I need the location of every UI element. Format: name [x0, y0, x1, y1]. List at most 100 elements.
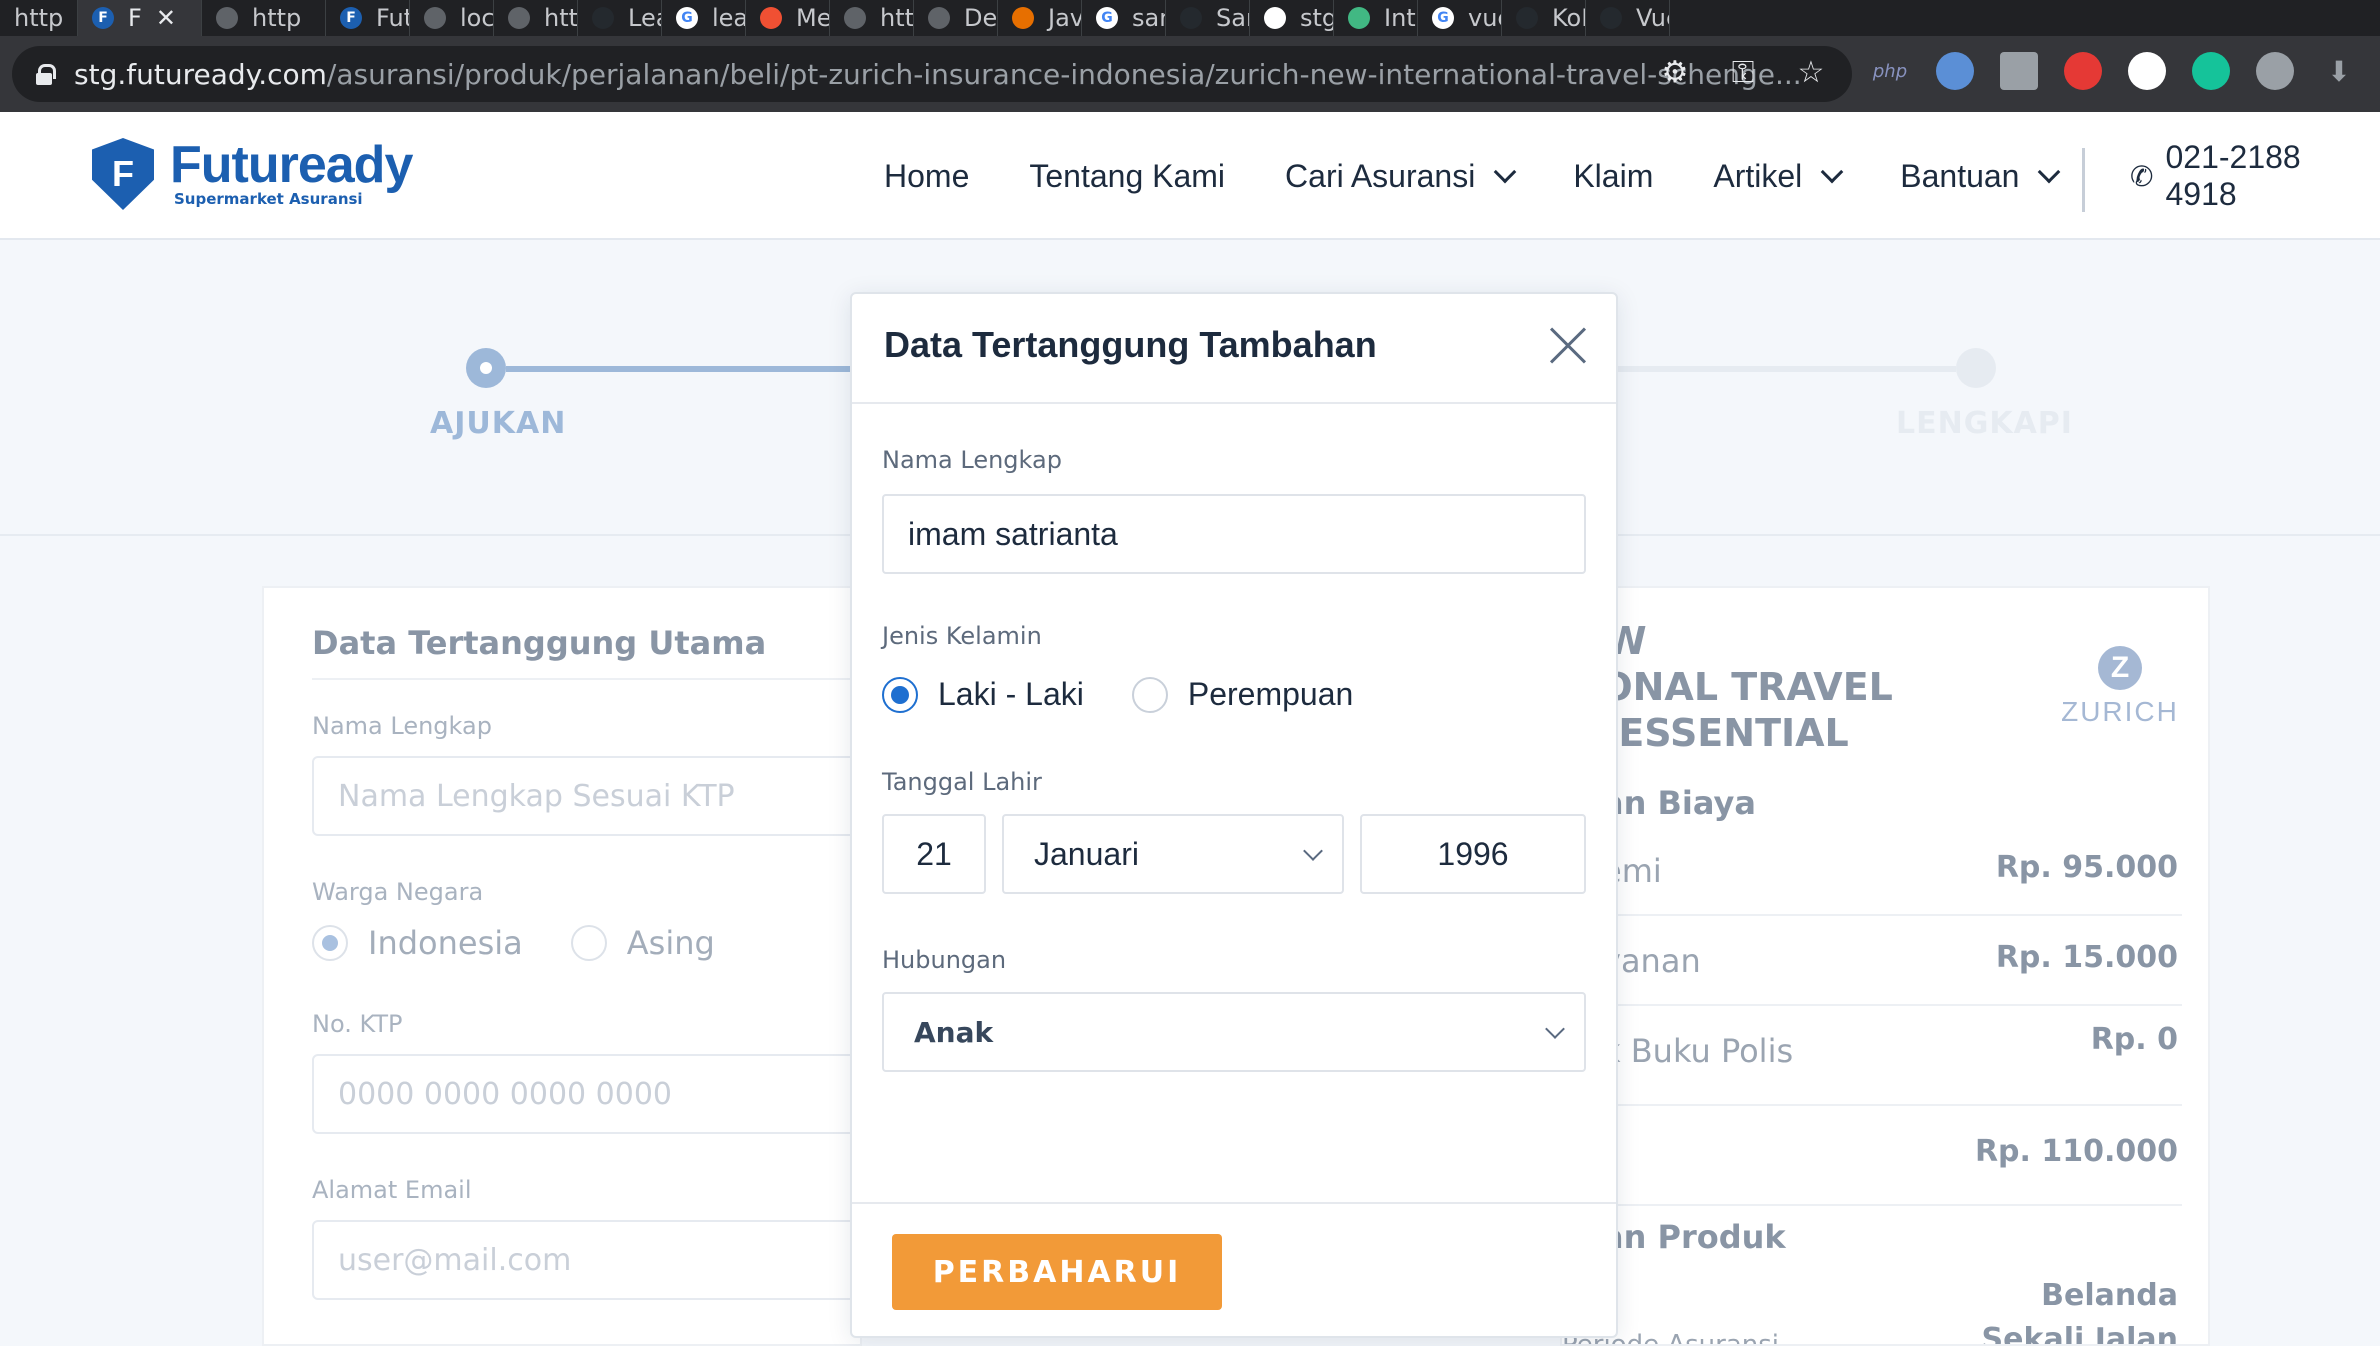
form-title: Data Tertanggung Utama: [312, 624, 767, 662]
step-indicator-inactive: [1956, 348, 1996, 388]
browser-tab[interactable]: Lear: [578, 0, 662, 36]
browser-tab[interactable]: Gvue: [1418, 0, 1502, 36]
email-input[interactable]: user@mail.com: [312, 1220, 872, 1300]
browser-tab[interactable]: KoR: [1502, 0, 1586, 36]
radio-asing[interactable]: [570, 925, 607, 961]
browser-tab[interactable]: http: [0, 0, 78, 36]
destination-value: Belanda: [2041, 1278, 2178, 1313]
nav-claim[interactable]: Klaim: [1573, 158, 1653, 195]
browser-tab[interactable]: http: [202, 0, 326, 36]
tab-title: Dem: [964, 4, 998, 32]
main-insured-form: Data Tertanggung Utama Nama Lengkap Nama…: [262, 586, 872, 1346]
github-icon: [1516, 7, 1538, 29]
browser-tab[interactable]: Men: [746, 0, 830, 36]
globe-icon: [1264, 7, 1286, 29]
site-header: F Futuready Supermarket Asuransi Home Te…: [0, 112, 2380, 240]
step-connector: [506, 366, 856, 372]
policy-book-label: k Buku Polis: [1602, 1032, 1794, 1070]
full-name-input[interactable]: imam satrianta: [882, 494, 1586, 574]
nav-label: Bantuan: [1900, 157, 2020, 194]
nav-find-insurance[interactable]: Cari Asuransi: [1285, 158, 1517, 195]
product-title-line: NATIONAL TRAVEL: [1562, 665, 1893, 709]
phone-contact[interactable]: ✆ 021-2188 4918: [2130, 112, 2380, 240]
star-bookmark-icon[interactable]: ☆: [1794, 56, 1828, 90]
ktp-input[interactable]: 0000 0000 0000 0000: [312, 1054, 872, 1134]
futuready-logo[interactable]: F Futuready Supermarket Asuransi: [92, 136, 413, 210]
tab-title: http: [252, 4, 302, 32]
globe-icon: [508, 7, 530, 29]
gender-label: Jenis Kelamin: [882, 622, 1042, 650]
nav-label: Tentang Kami: [1029, 157, 1226, 194]
radio-label: Asing: [626, 924, 715, 962]
divider: [1562, 1104, 2182, 1106]
php-extension-icon[interactable]: php: [1870, 52, 1910, 90]
period-value: Sekali Jalan: [1981, 1322, 2178, 1346]
browser-tab[interactable]: http: [494, 0, 578, 36]
radio-male[interactable]: [882, 676, 918, 713]
radio-female[interactable]: [1131, 676, 1168, 713]
gender-option-female[interactable]: Perempuan: [1131, 676, 1353, 713]
globe-icon: [424, 7, 446, 29]
github-icon: [1600, 7, 1622, 29]
extension-circle-icon[interactable]: [1936, 52, 1974, 90]
browser-tab[interactable]: Sam: [1166, 0, 1250, 36]
divider: [1562, 1204, 2182, 1206]
browser-tab[interactable]: http: [830, 0, 914, 36]
grammarly-icon[interactable]: [2192, 52, 2230, 90]
tab-title: http: [880, 4, 914, 32]
key-icon[interactable]: ⚿: [1726, 56, 1760, 90]
birth-year-input[interactable]: 1996: [1360, 814, 1586, 894]
logo-name: Futuready: [170, 136, 413, 194]
modal-title: Data Tertanggung Tambahan: [884, 324, 1377, 365]
birthdate-label: Tanggal Lahir: [882, 768, 1042, 796]
zurich-z-icon: Z: [2098, 646, 2142, 690]
radio-indonesia[interactable]: [312, 925, 348, 961]
address-bar[interactable]: stg.futuready.com/asuransi/produk/perjal…: [12, 46, 1852, 102]
browser-tab[interactable]: Intro: [1334, 0, 1418, 36]
tab-close-icon[interactable]: ✕: [156, 4, 176, 32]
browser-tab[interactable]: stg.: [1250, 0, 1334, 36]
browser-tab-active[interactable]: F F ✕: [78, 0, 202, 36]
extension-square-icon[interactable]: [2000, 52, 2038, 90]
download-icon[interactable]: ⬇: [2320, 52, 2358, 90]
tab-title: Lear: [628, 4, 661, 32]
birth-day-input[interactable]: 21: [882, 814, 986, 894]
email-label: Alamat Email: [312, 1176, 472, 1204]
blocked-cookie-icon[interactable]: ⚙: [1658, 56, 1692, 90]
total-value: Rp. 110.000: [1974, 1134, 2178, 1169]
extension-red-icon[interactable]: [2064, 52, 2102, 90]
tab-title: Vue: [1636, 4, 1669, 32]
update-button[interactable]: PERBAHARUI: [892, 1234, 1222, 1310]
nav-home[interactable]: Home: [884, 158, 969, 195]
gender-option-male[interactable]: Laki - Laki: [882, 676, 1084, 713]
select-value: Januari: [1034, 835, 1139, 872]
birth-month-select[interactable]: Januari: [1002, 814, 1344, 894]
browser-tab[interactable]: loca: [410, 0, 494, 36]
relation-select[interactable]: Anak: [882, 992, 1586, 1072]
close-icon[interactable]: [1548, 326, 1588, 366]
java-icon: [1012, 7, 1034, 29]
nav-help[interactable]: Bantuan: [1900, 157, 2061, 195]
futuready-favicon-icon: F: [92, 7, 114, 29]
nav-article[interactable]: Artikel: [1713, 158, 1844, 195]
tab-title: F: [128, 4, 142, 32]
globe-icon: [844, 7, 866, 29]
tab-title: http: [14, 4, 64, 32]
nav-label: Klaim: [1573, 157, 1654, 194]
browser-tab[interactable]: Vue: [1586, 0, 1670, 36]
gender-radio-group: Laki - Laki Perempuan: [882, 676, 1401, 713]
extension-gear-icon[interactable]: [2256, 52, 2294, 90]
extension-code-icon[interactable]: [2128, 52, 2166, 90]
insurer-name: ZURICH: [2061, 696, 2179, 727]
swift-icon: [760, 7, 782, 29]
name-input[interactable]: Nama Lengkap Sesuai KTP: [312, 756, 872, 836]
nav-about[interactable]: Tentang Kami: [1029, 158, 1225, 195]
browser-tab[interactable]: Dem: [914, 0, 998, 36]
name-label: Nama Lengkap: [312, 712, 492, 740]
browser-tab[interactable]: F Futu: [326, 0, 410, 36]
browser-tab[interactable]: Gsam: [1082, 0, 1166, 36]
tab-title: learn: [712, 4, 745, 32]
lock-icon: [36, 64, 56, 85]
browser-tab[interactable]: Java: [998, 0, 1082, 36]
browser-tab[interactable]: Glearn: [662, 0, 746, 36]
